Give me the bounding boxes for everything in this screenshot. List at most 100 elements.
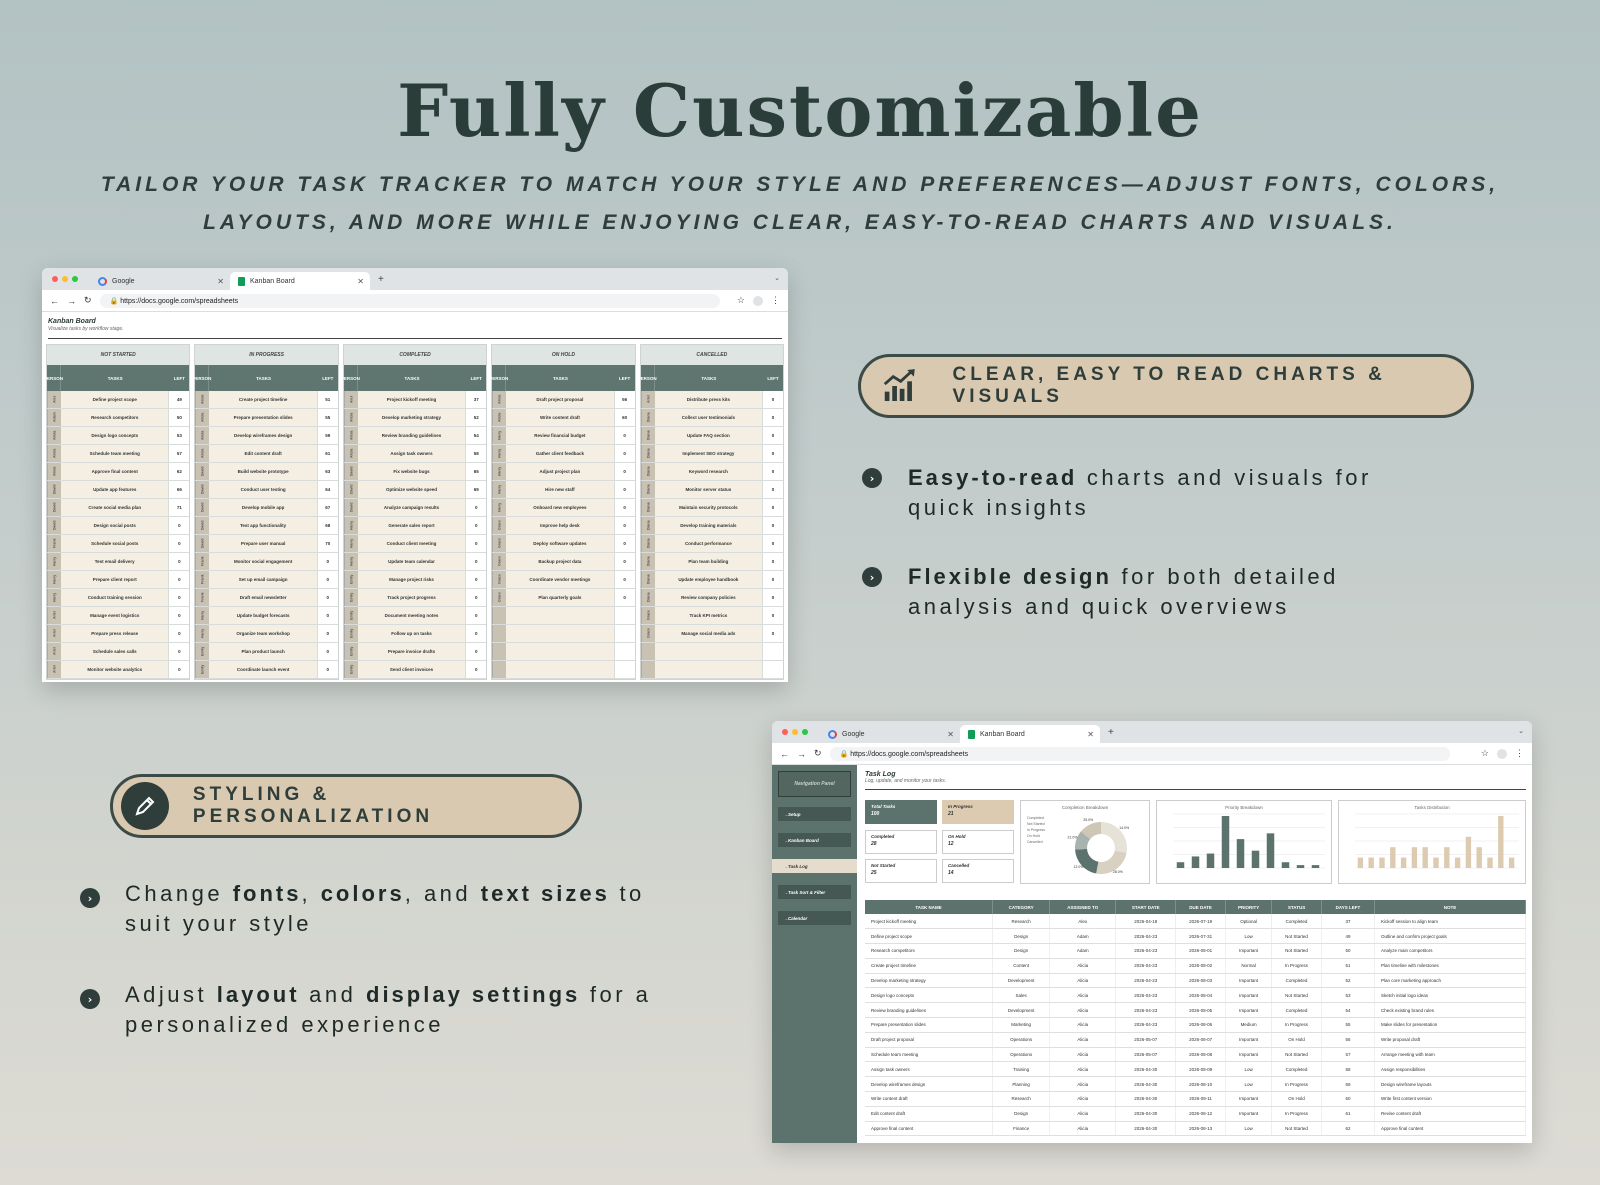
kanban-row[interactable]: Alicia Develop marketing strategy 52 — [343, 409, 487, 427]
table-cell[interactable]: Not Started — [1271, 987, 1322, 1004]
new-tab-icon[interactable]: + — [1108, 727, 1114, 738]
table-cell[interactable]: Low — [1225, 1121, 1273, 1137]
kanban-row[interactable]: Diana Update employee handbook 0 — [640, 571, 784, 589]
kanban-row[interactable]: Adam Research competitors 50 — [47, 409, 190, 427]
kanban-row[interactable]: David Prepare user manual 70 — [195, 535, 338, 553]
kanban-row[interactable]: Emily Coordinate launch event 0 — [195, 661, 338, 679]
table-cell[interactable]: 2026-08-05 — [1175, 1002, 1226, 1019]
table-row[interactable]: Assign task owners Training Alicia 2026-04-… — [865, 1061, 1526, 1078]
table-cell[interactable]: 2026-08-11 — [1175, 1091, 1226, 1107]
table-row[interactable]: Schedule team meeting Operations Alicia 202… — [865, 1047, 1526, 1063]
kanban-row[interactable]: David Conduct user testing 64 — [195, 481, 338, 499]
nav-item[interactable]: → Calendar — [778, 911, 851, 925]
table-cell[interactable]: On Hold — [1271, 1032, 1322, 1048]
table-cell[interactable]: 2026-04-23 — [1115, 987, 1177, 1004]
back-icon[interactable]: ← — [50, 296, 59, 306]
kanban-row[interactable]: Emily Send client invoices 0 — [343, 661, 487, 679]
kanban-row[interactable]: Harry Onboard new employees 0 — [492, 499, 635, 517]
kanban-row[interactable]: Diana Monitor server status 0 — [640, 481, 784, 499]
forward-icon[interactable]: → — [797, 749, 806, 759]
table-row[interactable]: Create project timeline Content Alicia 2026… — [865, 958, 1526, 974]
kanban-row[interactable]: Alicia Review branding guidelines 54 — [343, 427, 487, 445]
table-cell[interactable]: Completed — [1271, 914, 1322, 930]
table-cell[interactable]: 2026-04-30 — [1115, 1106, 1177, 1122]
table-row[interactable]: Project kickoff meeting Research Alex 2026-… — [865, 914, 1526, 930]
table-cell[interactable]: Completed — [1271, 973, 1322, 989]
kanban-row[interactable]: Alicia Schedule team meeting 57 — [47, 445, 190, 463]
kanban-row[interactable]: David Design social posts 0 — [47, 517, 190, 535]
forward-icon[interactable]: → — [67, 296, 76, 306]
bookmark-star-icon[interactable]: ☆ — [1481, 748, 1489, 759]
kanban-row[interactable]: David Fix website bugs 65 — [343, 463, 487, 481]
table-cell[interactable]: In Progress — [1271, 958, 1322, 974]
table-cell[interactable]: Medium — [1225, 1017, 1273, 1033]
table-cell[interactable]: 2026-04-30 — [1115, 1091, 1177, 1107]
table-cell[interactable]: 2026-05-07 — [1115, 1032, 1177, 1048]
kanban-row[interactable]: Frank Schedule social posts 0 — [47, 535, 190, 553]
browser-tab-google[interactable]: Google ✕ — [90, 272, 230, 290]
table-cell[interactable]: 2026-04-18 — [1115, 914, 1177, 930]
table-cell[interactable]: Design — [992, 943, 1051, 959]
table-cell[interactable]: Important — [1225, 943, 1273, 959]
close-tab-icon[interactable]: ✕ — [357, 277, 364, 286]
nav-item[interactable]: → Task Sort & Filter — [778, 885, 851, 899]
chevron-down-icon[interactable]: ⌄ — [774, 274, 780, 282]
kanban-row[interactable]: Diana Review company policies 0 — [640, 589, 784, 607]
table-cell[interactable]: Operations — [992, 1032, 1051, 1048]
minimize-dot[interactable] — [62, 276, 68, 282]
kanban-row[interactable]: Alicia Assign task owners 58 — [343, 445, 487, 463]
table-cell[interactable]: Important — [1225, 987, 1273, 1004]
table-cell[interactable]: 2026-08-01 — [1175, 943, 1226, 959]
close-tab-icon[interactable]: ✕ — [947, 730, 954, 739]
table-cell[interactable]: Design — [992, 1106, 1051, 1122]
kanban-row[interactable]: Grace Manage social media ads 0 — [640, 625, 784, 643]
kanban-row[interactable]: Ariel Schedule sales calls 0 — [47, 643, 190, 661]
kanban-row[interactable]: Harry Generate sales report 0 — [343, 517, 487, 535]
kanban-row[interactable]: Grace Deploy software updates 0 — [492, 535, 635, 553]
table-cell[interactable]: 2026-07-19 — [1175, 914, 1226, 930]
kanban-row[interactable]: Emily Manage project risks 0 — [343, 571, 487, 589]
table-cell[interactable]: Important — [1225, 973, 1273, 989]
kanban-row[interactable] — [640, 661, 784, 679]
kanban-row[interactable]: Diana Conduct performance 0 — [640, 535, 784, 553]
table-cell[interactable]: Alicia — [1049, 1061, 1117, 1078]
browser-tab-kanban[interactable]: Kanban Board ✕ — [230, 272, 370, 290]
kanban-row[interactable]: Alicia Edit content draft 61 — [195, 445, 338, 463]
table-cell[interactable]: Optional — [1225, 914, 1273, 930]
kanban-row[interactable]: Alicia Approve final content 62 — [47, 463, 190, 481]
kanban-row[interactable]: Harry Update team calendar 0 — [343, 553, 487, 571]
table-cell[interactable]: 2026-04-23 — [1115, 958, 1177, 974]
kanban-row[interactable]: Alex Project kickoff meeting 37 — [343, 391, 487, 409]
kanban-row[interactable]: Harry Conduct training session 0 — [47, 589, 190, 607]
table-cell[interactable]: Research — [992, 914, 1051, 930]
table-cell[interactable]: 2026-04-23 — [1115, 928, 1177, 945]
table-cell[interactable]: Alicia — [1049, 1047, 1117, 1063]
table-cell[interactable]: 2026-04-30 — [1115, 1061, 1177, 1078]
table-cell[interactable]: Alicia — [1049, 1106, 1117, 1122]
table-cell[interactable]: 2026-04-30 — [1115, 1076, 1177, 1093]
kanban-row[interactable]: Frank Set up email campaign 0 — [195, 571, 338, 589]
table-cell[interactable]: Alicia — [1049, 1091, 1117, 1107]
close-dot[interactable] — [782, 729, 788, 735]
chevron-down-icon[interactable]: ⌄ — [1518, 727, 1524, 735]
table-cell[interactable]: Finance — [992, 1121, 1051, 1137]
table-cell[interactable]: Alicia — [1049, 1002, 1117, 1019]
kanban-row[interactable]: Harry Hire new staff 0 — [492, 481, 635, 499]
kanban-row[interactable]: Emily Track project progress 0 — [343, 589, 487, 607]
table-cell[interactable]: 2026-08-04 — [1175, 987, 1226, 1004]
kanban-row[interactable]: Ariel Prepare press release 0 — [47, 625, 190, 643]
close-tab-icon[interactable]: ✕ — [217, 277, 224, 286]
kanban-row[interactable]: David Develop mobile app 67 — [195, 499, 338, 517]
table-cell[interactable]: 2026-08-03 — [1175, 973, 1226, 989]
bookmark-star-icon[interactable]: ☆ — [737, 295, 745, 306]
kanban-row[interactable] — [492, 661, 635, 679]
table-cell[interactable]: Not Started — [1271, 943, 1322, 959]
table-cell[interactable]: On Hold — [1271, 1091, 1322, 1107]
maximize-dot[interactable] — [72, 276, 78, 282]
url-field[interactable]: 🔒 https://docs.google.com/spreadsheets — [829, 746, 1450, 761]
table-cell[interactable]: Marketing — [992, 1017, 1051, 1033]
kanban-row[interactable]: Harry Organize team workshop 0 — [195, 625, 338, 643]
menu-kebab-icon[interactable]: ⋮ — [1515, 748, 1524, 759]
kanban-row[interactable]: Alicia Design logo concepts 53 — [47, 427, 190, 445]
kanban-row[interactable]: Ariel Distribute press kits 0 — [640, 391, 784, 409]
